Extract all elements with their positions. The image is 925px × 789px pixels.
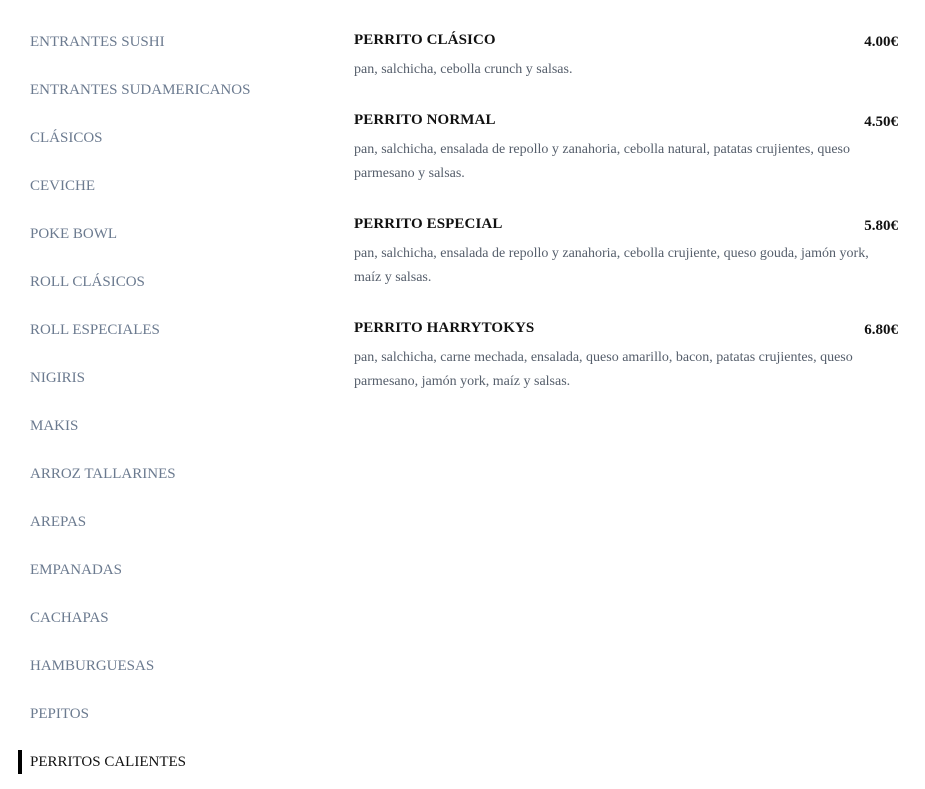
sidebar-item-ceviche[interactable]: CEVICHE xyxy=(0,164,320,212)
sidebar-item-poke-bowl[interactable]: POKE BOWL xyxy=(0,212,320,260)
product-item[interactable]: PERRITO CLÁSICO 4.00€ pan, salchicha, ce… xyxy=(354,32,898,82)
product-item[interactable]: PERRITO ESPECIAL 5.80€ pan, salchicha, e… xyxy=(354,216,898,290)
sidebar-item-entrantes-sushi[interactable]: ENTRANTES SUSHI xyxy=(0,20,320,68)
product-header: PERRITO NORMAL 4.50€ xyxy=(354,112,898,136)
sidebar-item-cachapas[interactable]: CACHAPAS xyxy=(0,596,320,644)
sidebar-item-hamburguesas[interactable]: HAMBURGUESAS xyxy=(0,644,320,692)
sidebar-item-entrantes-sudamericanos[interactable]: ENTRANTES SUDAMERICANOS xyxy=(0,68,320,116)
sidebar-item-nigiris[interactable]: NIGIRIS xyxy=(0,356,320,404)
sidebar-item-makis[interactable]: MAKIS xyxy=(0,404,320,452)
product-header: PERRITO CLÁSICO 4.00€ xyxy=(354,32,898,56)
product-header: PERRITO ESPECIAL 5.80€ xyxy=(354,216,898,240)
product-description: pan, salchicha, cebolla crunch y salsas. xyxy=(354,62,573,77)
sidebar-item-empanadas[interactable]: EMPANADAS xyxy=(0,548,320,596)
sidebar-item-arroz-tallarines[interactable]: ARROZ TALLARINES xyxy=(0,452,320,500)
sidebar-item-pepitos[interactable]: PEPITOS xyxy=(0,692,320,740)
product-name: PERRITO HARRYTOKYS xyxy=(354,320,535,336)
product-description: pan, salchicha, carne mechada, ensalada,… xyxy=(354,350,853,389)
sidebar-item-perritos-calientes[interactable]: PERRITOS CALIENTES xyxy=(0,740,320,788)
sidebar-item-roll-clasicos[interactable]: ROLL CLÁSICOS xyxy=(0,260,320,308)
product-name: PERRITO CLÁSICO xyxy=(354,32,496,48)
product-price: 5.80€ xyxy=(864,218,898,234)
product-header: PERRITO HARRYTOKYS 6.80€ xyxy=(354,320,898,344)
product-name: PERRITO NORMAL xyxy=(354,112,496,128)
product-description: pan, salchicha, ensalada de repollo y za… xyxy=(354,142,851,181)
product-price: 6.80€ xyxy=(864,322,898,338)
product-list: PERRITO CLÁSICO 4.00€ pan, salchicha, ce… xyxy=(354,32,898,424)
sidebar-item-roll-especiales[interactable]: ROLL ESPECIALES xyxy=(0,308,320,356)
product-price: 4.00€ xyxy=(864,34,898,50)
sidebar-item-clasicos[interactable]: CLÁSICOS xyxy=(0,116,320,164)
product-description: pan, salchicha, ensalada de repollo y za… xyxy=(354,246,869,285)
sidebar-item-arepas[interactable]: AREPAS xyxy=(0,500,320,548)
product-item[interactable]: PERRITO NORMAL 4.50€ pan, salchicha, ens… xyxy=(354,112,898,186)
product-price: 4.50€ xyxy=(864,114,898,130)
product-item[interactable]: PERRITO HARRYTOKYS 6.80€ pan, salchicha,… xyxy=(354,320,898,394)
product-name: PERRITO ESPECIAL xyxy=(354,216,503,232)
category-sidebar: ENTRANTES SUSHI ENTRANTES SUDAMERICANOS … xyxy=(0,20,320,788)
